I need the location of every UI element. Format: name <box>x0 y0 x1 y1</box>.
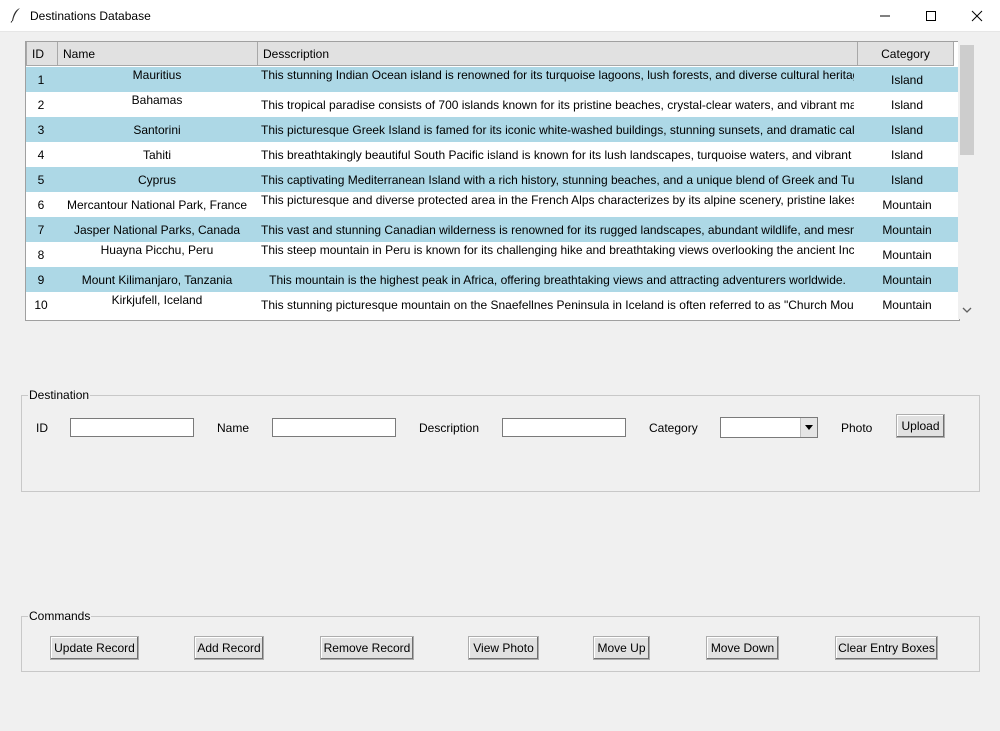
table-row[interactable]: 4 Tahiti This breathtakingly beautiful S… <box>26 142 959 167</box>
remove-record-button[interactable]: Remove Record <box>320 636 414 660</box>
row-description: This captivating Mediterranean Island wi… <box>261 173 854 187</box>
commands-group: Commands Update Record Add Record Remove… <box>21 609 980 672</box>
row-id: 8 <box>37 248 45 262</box>
maximize-button[interactable] <box>908 0 954 31</box>
column-header-name[interactable]: Name <box>57 42 258 66</box>
table-header: ID Name Desscription Category <box>26 42 959 67</box>
row-category: Island <box>890 173 924 187</box>
photo-label: Photo <box>841 421 873 435</box>
table-row[interactable]: 8 Huayna Picchu, Peru This steep mountai… <box>26 242 959 267</box>
close-icon <box>971 10 983 21</box>
category-label: Category <box>649 421 698 435</box>
table-row[interactable]: 7 Jasper National Parks, Canada This vas… <box>26 217 959 242</box>
row-category: Mountain <box>882 273 932 287</box>
row-category: Mountain <box>882 223 932 237</box>
row-name: Bahamas <box>131 93 183 107</box>
column-header-description[interactable]: Desscription <box>257 42 858 66</box>
row-name: Cyprus <box>137 173 176 187</box>
table-row[interactable]: 3 Santorini This picturesque Greek Islan… <box>26 117 959 142</box>
table-row[interactable]: 10 Kirkjufell, Iceland This stunning pic… <box>26 292 959 317</box>
move-up-button[interactable]: Move Up <box>593 636 650 660</box>
row-description: This stunning picturesque mountain on th… <box>261 298 854 312</box>
row-id: 2 <box>37 98 45 112</box>
row-description: This picturesque and diverse protected a… <box>261 193 854 207</box>
row-description: This picturesque Greek Island is famed f… <box>261 123 854 137</box>
row-category: Island <box>890 73 924 87</box>
row-description: This mountain is the highest peak in Afr… <box>269 273 846 287</box>
row-category: Island <box>890 148 924 162</box>
view-photo-button[interactable]: View Photo <box>468 636 539 660</box>
destinations-table[interactable]: ID Name Desscription Category 1 Mauritiu… <box>25 41 960 321</box>
category-dropdown[interactable] <box>720 417 818 438</box>
feather-icon <box>10 8 20 23</box>
description-label: Description <box>419 421 480 435</box>
row-description: This vast and stunning Canadian wilderne… <box>261 223 854 237</box>
row-name: Jasper National Parks, Canada <box>73 223 241 237</box>
destination-legend: Destination <box>28 388 91 402</box>
clear-entry-boxes-button[interactable]: Clear Entry Boxes <box>835 636 938 660</box>
row-description: This breathtakingly beautiful South Paci… <box>261 148 854 162</box>
row-id: 9 <box>37 273 45 287</box>
row-name: Santorini <box>133 123 181 137</box>
row-id: 3 <box>37 123 45 137</box>
row-name: Huayna Picchu, Peru <box>100 243 214 257</box>
row-description: This stunning Indian Ocean island is ren… <box>261 68 854 82</box>
row-category: Mountain <box>882 298 932 312</box>
description-field[interactable] <box>502 418 626 437</box>
column-header-id[interactable]: ID <box>26 42 58 66</box>
row-id: 7 <box>37 223 45 237</box>
row-name: Mauritius <box>132 68 182 82</box>
commands-legend: Commands <box>28 609 92 623</box>
row-id: 10 <box>34 298 48 312</box>
minimize-button[interactable] <box>862 0 908 31</box>
name-field[interactable] <box>272 418 396 437</box>
chevron-down-icon[interactable] <box>962 306 972 314</box>
destination-group: Destination ID Name Description Category… <box>21 388 980 492</box>
add-record-button[interactable]: Add Record <box>194 636 264 660</box>
maximize-icon <box>926 10 936 21</box>
id-field[interactable] <box>70 418 194 437</box>
window-title: Destinations Database <box>30 9 151 23</box>
row-name: Mount Kilimanjaro, Tanzania <box>81 273 233 287</box>
row-category: Island <box>890 98 924 112</box>
row-category: Island <box>890 123 924 137</box>
close-button[interactable] <box>954 0 1000 31</box>
update-record-button[interactable]: Update Record <box>50 636 139 660</box>
id-label: ID <box>36 421 48 435</box>
minimize-icon <box>880 15 890 16</box>
title-bar: Destinations Database <box>0 0 1000 32</box>
name-label: Name <box>217 421 250 435</box>
dropdown-button[interactable] <box>800 418 817 437</box>
row-id: 5 <box>37 173 45 187</box>
table-scrollbar[interactable] <box>958 41 976 319</box>
row-id: 6 <box>37 198 45 212</box>
row-id: 1 <box>37 73 45 87</box>
row-category: Mountain <box>882 198 932 212</box>
row-id: 4 <box>37 148 45 162</box>
row-name: Kirkjufell, Iceland <box>111 293 203 307</box>
move-down-button[interactable]: Move Down <box>706 636 779 660</box>
chevron-down-icon <box>805 425 813 430</box>
table-row[interactable]: 6 Mercantour National Park, France This … <box>26 192 959 217</box>
table-row[interactable]: 2 Bahamas This tropical paradise consist… <box>26 92 959 117</box>
table-row[interactable]: 9 Mount Kilimanjaro, Tanzania This mount… <box>26 267 959 292</box>
scrollbar-thumb[interactable] <box>960 45 974 155</box>
table-row[interactable]: 5 Cyprus This captivating Mediterranean … <box>26 167 959 192</box>
row-name: Tahiti <box>142 148 171 162</box>
row-description: This tropical paradise consists of 700 i… <box>261 98 854 112</box>
row-name: Mercantour National Park, France <box>66 198 248 212</box>
column-header-category[interactable]: Category <box>857 42 954 66</box>
upload-button[interactable]: Upload <box>896 414 945 438</box>
table-row[interactable]: 1 Mauritius This stunning Indian Ocean i… <box>26 67 959 92</box>
row-description: This steep mountain in Peru is known for… <box>261 243 854 257</box>
row-category: Mountain <box>882 248 932 262</box>
